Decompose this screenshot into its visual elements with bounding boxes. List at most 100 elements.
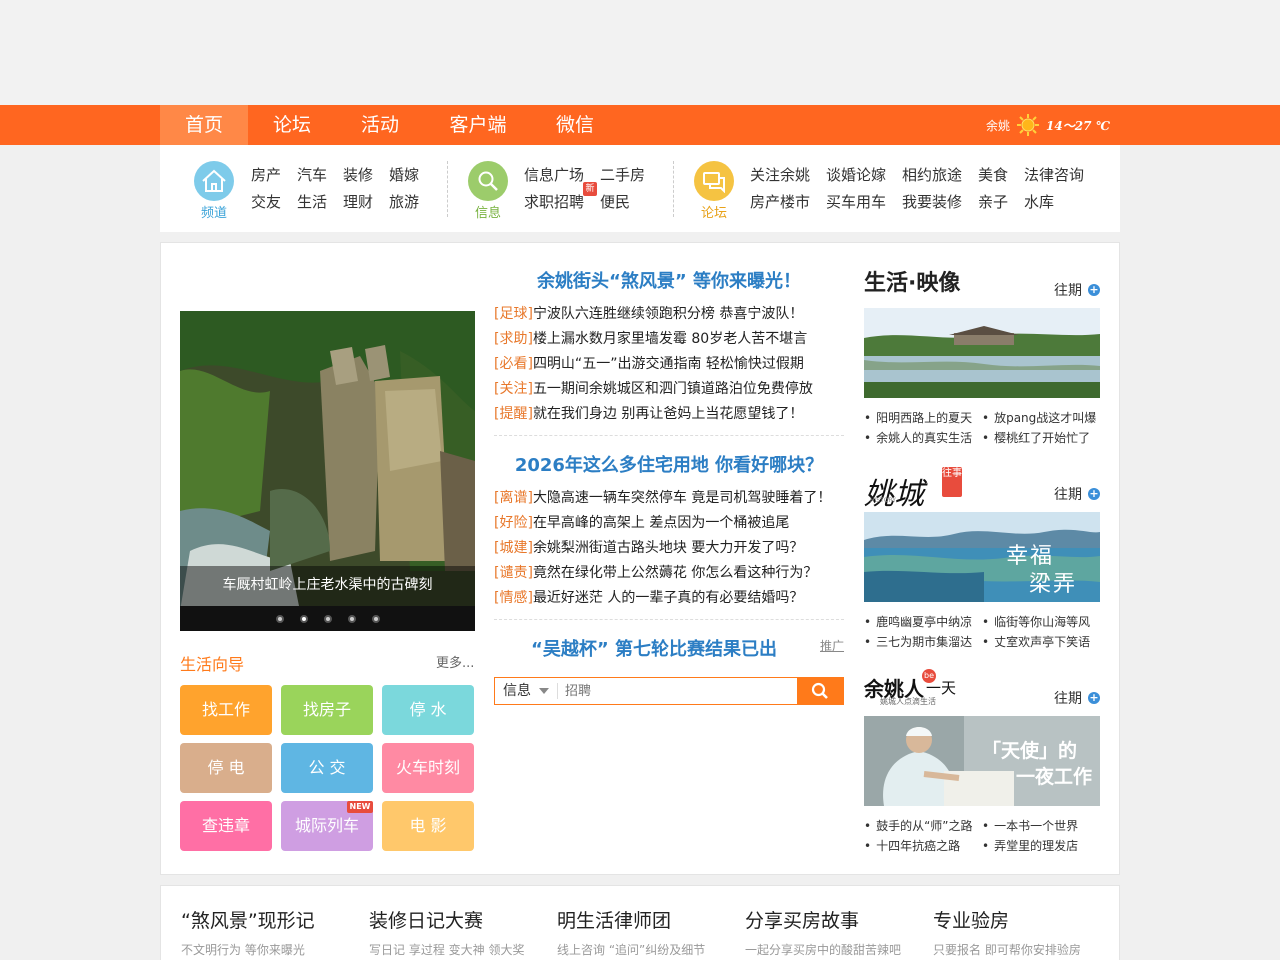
nav-activity[interactable]: 活动 bbox=[336, 105, 424, 145]
tile-water-outage[interactable]: 停 水 bbox=[382, 685, 474, 735]
channel-link[interactable]: 理财 bbox=[343, 191, 373, 212]
feature-item[interactable]: “煞风景”现形记 不文明行为 等你来曝光 bbox=[181, 906, 315, 958]
feature-title[interactable]: 专业验房 bbox=[933, 906, 1081, 933]
weather-city: 余姚 bbox=[986, 118, 1011, 133]
channel-link[interactable]: 谈婚论嫁 bbox=[826, 164, 886, 185]
side-link[interactable]: 三七为期市集溜达 bbox=[864, 633, 972, 650]
slider-dot[interactable] bbox=[323, 614, 332, 623]
nav-wechat[interactable]: 微信 bbox=[540, 105, 610, 145]
channel-link[interactable]: 买车用车 bbox=[826, 191, 886, 212]
channel-link[interactable]: 美食 bbox=[978, 164, 1008, 185]
feature-item[interactable]: 分享买房故事 一起分享买房中的酸甜苦辣吧 bbox=[745, 906, 901, 958]
headline-link[interactable]: 2026年这么多住宅用地 你看好哪块？ bbox=[494, 451, 844, 477]
channel-link[interactable]: 法律咨询 bbox=[1024, 164, 1084, 185]
side-link[interactable]: 丈室欢声亭下笑语 bbox=[982, 633, 1090, 650]
yaocheng-history-logo: 姚城 往事 HISTORY bbox=[864, 467, 962, 512]
side-image[interactable]: 幸福 梁弄 bbox=[864, 512, 1100, 602]
search-button[interactable] bbox=[797, 678, 843, 704]
side-link[interactable]: 弄堂里的理发店 bbox=[982, 837, 1078, 854]
plus-icon: + bbox=[1088, 487, 1100, 500]
photo-slider[interactable]: 车厩村虹岭上庄老水渠中的古碑刻 bbox=[180, 311, 475, 631]
channel-link[interactable]: 生活 bbox=[297, 191, 327, 212]
tile-movie[interactable]: 电 影 bbox=[382, 801, 474, 851]
divider bbox=[557, 683, 558, 699]
side-image[interactable]: 「天使」的 一夜工作 bbox=[864, 716, 1100, 806]
chevron-down-icon[interactable] bbox=[539, 688, 549, 694]
side-image[interactable] bbox=[864, 308, 1100, 398]
headline-link[interactable]: 余姚街头“煞风景” 等你来曝光！ bbox=[494, 267, 844, 293]
tile-traffic-violation[interactable]: 查违章 bbox=[180, 801, 272, 851]
slider-dot[interactable] bbox=[371, 614, 380, 623]
search-icon[interactable] bbox=[468, 161, 508, 201]
slider-dot[interactable] bbox=[275, 614, 284, 623]
side-link[interactable]: 临街等你山海等风 bbox=[982, 613, 1090, 630]
channel-link[interactable]: 亲子 bbox=[978, 191, 1008, 212]
feature-title[interactable]: 明生活律师团 bbox=[557, 906, 705, 933]
channel-link[interactable]: 汽车 bbox=[297, 164, 327, 185]
feature-title[interactable]: 装修日记大赛 bbox=[369, 906, 524, 933]
channel-link[interactable]: 信息广场 bbox=[524, 164, 584, 185]
feature-item[interactable]: 装修日记大赛 写日记 享过程 变大神 领大奖 bbox=[369, 906, 524, 958]
side-link[interactable]: 鹿鸣幽夏亭中纳凉 bbox=[864, 613, 972, 630]
channel-link[interactable]: 旅游 bbox=[389, 191, 419, 212]
tile-train-schedule[interactable]: 火车时刻 bbox=[382, 743, 474, 793]
feature-item[interactable]: 明生活律师团 线上咨询 “追问”纠纷及细节 bbox=[557, 906, 705, 958]
channel-link[interactable]: 装修 bbox=[343, 164, 373, 185]
side-link[interactable]: 余姚人的真实生活 bbox=[864, 429, 972, 446]
promo-tag[interactable]: 推广 bbox=[820, 637, 844, 654]
chat-icon[interactable] bbox=[694, 161, 734, 201]
channel-link[interactable]: 相约旅途 bbox=[902, 164, 962, 185]
news-item[interactable]: [离谱]大隐高速一辆车突然停车 竟是司机驾驶睡着了！ bbox=[494, 487, 831, 507]
side-link[interactable]: 放pang战这才叫爆 bbox=[982, 409, 1096, 426]
image-overlay-text: 一夜工作 bbox=[1016, 766, 1093, 788]
channel-link[interactable]: 房产楼市 bbox=[750, 191, 810, 212]
channel-link[interactable]: 房产 bbox=[251, 164, 281, 185]
news-item[interactable]: [情感]最近好迷茫 人的一辈子真的有必要结婚吗？ bbox=[494, 587, 803, 607]
search-input[interactable] bbox=[565, 680, 785, 702]
past-issues-link[interactable]: 往期 + bbox=[1054, 688, 1100, 708]
tile-bus[interactable]: 公 交 bbox=[281, 743, 373, 793]
news-item[interactable]: [必看]四明山“五一”出游交通指南 轻松愉快过假期 bbox=[494, 353, 804, 373]
promo-headline-link[interactable]: “吴越杯” 第七轮比赛结果已出 bbox=[494, 635, 814, 661]
channel-link[interactable]: 交友 bbox=[251, 191, 281, 212]
main-nav: 首页 论坛 活动 客户端 微信 余姚 14～27 ℃ bbox=[0, 105, 1280, 145]
tile-find-job[interactable]: 找工作 bbox=[180, 685, 272, 735]
weather-widget: 余姚 14～27 ℃ bbox=[986, 105, 1110, 145]
news-item[interactable]: [好险]在早高峰的高架上 差点因为一个桶被追尾 bbox=[494, 512, 789, 532]
channel-link[interactable]: 关注余姚 bbox=[750, 164, 810, 185]
nav-forum[interactable]: 论坛 bbox=[248, 105, 336, 145]
tile-power-outage[interactable]: 停 电 bbox=[180, 743, 272, 793]
slider-dot[interactable] bbox=[347, 614, 356, 623]
tile-find-house[interactable]: 找房子 bbox=[281, 685, 373, 735]
news-item[interactable]: [谴责]竟然在绿化带上公然薅花 你怎么看这种行为？ bbox=[494, 562, 817, 582]
channel-link[interactable]: 二手房 bbox=[600, 164, 645, 185]
feature-item[interactable]: 专业验房 只要报名 即可帮你安排验房 bbox=[933, 906, 1081, 958]
past-issues-link[interactable]: 往期 + bbox=[1054, 484, 1100, 504]
side-link[interactable]: 鼓手的从“师”之路 bbox=[864, 817, 972, 834]
feature-title[interactable]: 分享买房故事 bbox=[745, 906, 901, 933]
home-icon[interactable] bbox=[194, 161, 234, 201]
news-item[interactable]: [足球]宁波队六连胜继续领跑积分榜 恭喜宁波队！ bbox=[494, 303, 803, 323]
guide-more-link[interactable]: 更多... bbox=[436, 652, 474, 671]
slider-caption[interactable]: 车厩村虹岭上庄老水渠中的古碑刻 bbox=[180, 566, 475, 606]
news-item[interactable]: [关注]五一期间余姚城区和泗门镇道路泊位免费停放 bbox=[494, 378, 813, 398]
side-link[interactable]: 十四年抗癌之路 bbox=[864, 837, 960, 854]
channel-link[interactable]: 便民 bbox=[600, 191, 630, 212]
past-issues-link[interactable]: 往期 + bbox=[1054, 280, 1100, 300]
side-link[interactable]: 一本书一个世界 bbox=[982, 817, 1078, 834]
nav-home[interactable]: 首页 bbox=[160, 105, 248, 145]
feature-title[interactable]: “煞风景”现形记 bbox=[181, 906, 315, 933]
weather-temp: 14～27 ℃ bbox=[1046, 118, 1110, 133]
channel-link[interactable]: 婚嫁 bbox=[389, 164, 419, 185]
side-link[interactable]: 阳明西路上的夏天 bbox=[864, 409, 972, 426]
slider-dot[interactable] bbox=[299, 614, 308, 623]
nav-client[interactable]: 客户端 bbox=[430, 105, 526, 145]
news-item[interactable]: [求助]楼上漏水数月家里墙发霉 80岁老人苦不堪言 bbox=[494, 328, 807, 348]
channel-link[interactable]: 求职招聘 bbox=[524, 191, 584, 212]
side-link[interactable]: 樱桃红了开始忙了 bbox=[982, 429, 1090, 446]
channel-label: 频道 bbox=[200, 206, 227, 221]
channel-link[interactable]: 我要装修 bbox=[902, 191, 962, 212]
news-item[interactable]: [提醒]就在我们身边 别再让爸妈上当花愿望钱了！ bbox=[494, 403, 803, 423]
channel-link[interactable]: 水库 bbox=[1024, 191, 1054, 212]
news-item[interactable]: [城建]余姚梨洲街道古路头地块 要大力开发了吗？ bbox=[494, 537, 803, 557]
